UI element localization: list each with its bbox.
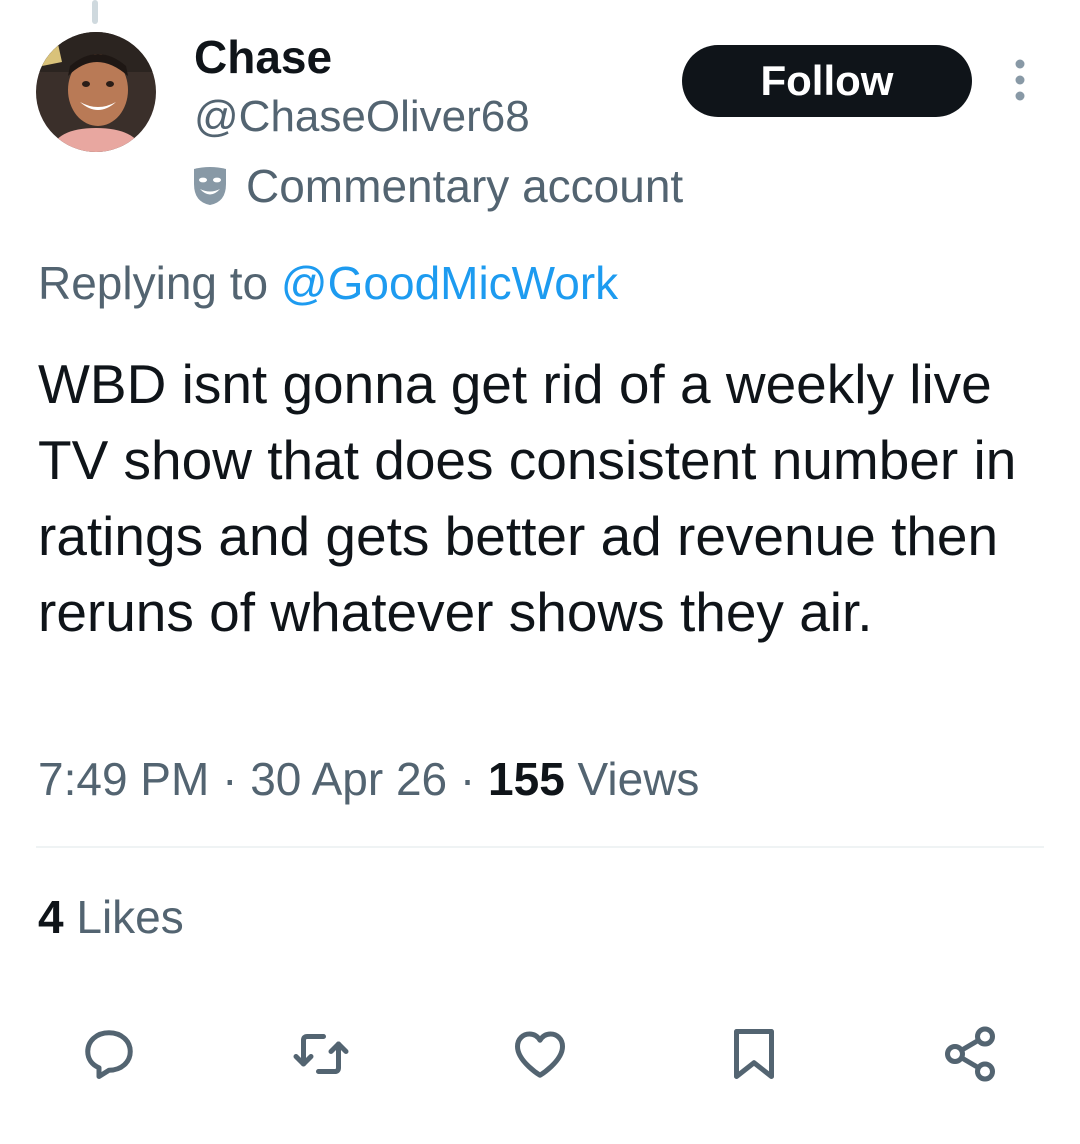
likes-count: 4 [38,891,64,943]
follow-button[interactable]: Follow [682,45,972,117]
retweet-icon [293,1034,349,1074]
more-vertical-icon [1015,59,1025,101]
account-label-text: Commentary account [246,160,684,212]
author-handle[interactable]: @ChaseOliver68 [194,92,530,142]
divider [36,846,1044,848]
like-icon [515,1031,565,1078]
tweet-date[interactable]: 30 Apr 26 [250,753,447,805]
views-label: Views [564,753,700,805]
bookmark-icon [734,1029,774,1079]
tweet-text: WBD isnt gonna get rid of a weekly live … [38,353,1017,643]
meta-separator: · [447,753,489,805]
likes-stat[interactable]: 4 Likes [38,890,184,944]
bookmark-button[interactable] [722,1022,786,1086]
more-options-button[interactable] [1004,58,1036,102]
meta-separator: · [209,753,251,805]
reply-mention-link[interactable]: @GoodMicWork [281,257,618,309]
reply-button[interactable] [77,1022,141,1086]
reply-context: Replying to @GoodMicWork [38,256,618,310]
account-label: Commentary account [192,158,683,214]
reply-context-prefix: Replying to [38,257,281,309]
share-icon [945,1026,995,1082]
likes-label: Likes [63,891,184,943]
comedy-mask-icon [194,167,226,205]
thread-connector-line [92,0,98,24]
tweet-time[interactable]: 7:49 PM [38,753,209,805]
author-display-name[interactable]: Chase [194,30,332,84]
share-button[interactable] [938,1022,1002,1086]
retweet-button[interactable] [289,1022,353,1086]
views-count: 155 [488,753,565,805]
tweet-meta: 7:49 PM · 30 Apr 26 · 155 Views [38,752,699,806]
avatar[interactable] [36,32,156,152]
reply-icon [85,1030,133,1079]
like-button[interactable] [508,1022,572,1086]
